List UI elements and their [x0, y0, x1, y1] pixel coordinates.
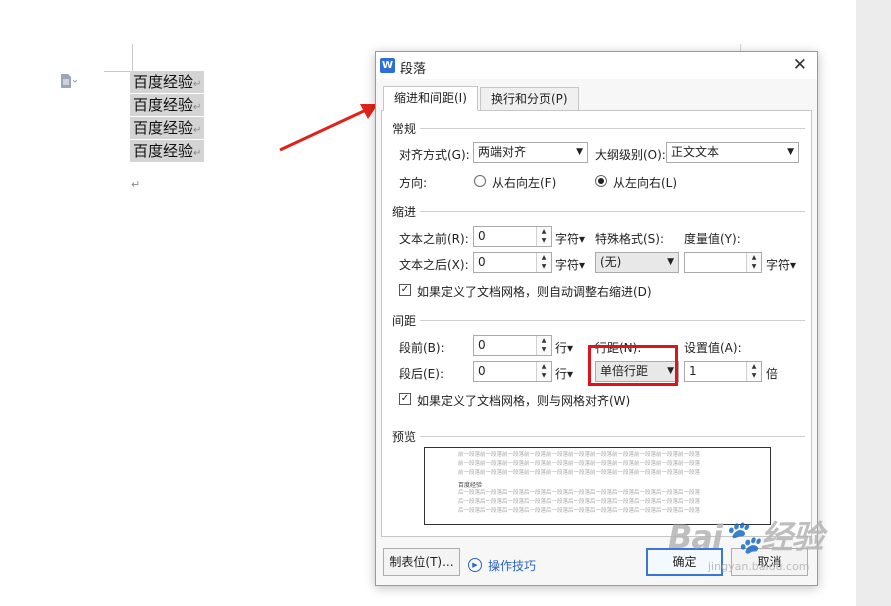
outline-level-select[interactable]: 正文文本 ▼: [666, 142, 799, 163]
section-divider: [420, 211, 805, 212]
dialog-title-bar[interactable]: W 段落 ✕: [376, 52, 817, 79]
page-margin-marker: [132, 44, 133, 72]
chevron-down-icon: ▼: [667, 257, 674, 267]
direction-rtl-label[interactable]: 从右向左(F): [492, 174, 556, 191]
spin-arrows-icon[interactable]: ▲ ▼: [536, 253, 551, 272]
section-preview-heading: 预览: [392, 430, 417, 444]
wps-writer-icon: W: [380, 58, 395, 73]
direction-ltr-label[interactable]: 从左向右(L): [613, 174, 677, 191]
right-scroll-area: [856, 0, 891, 606]
chevron-down-icon: ▼: [576, 147, 583, 157]
spin-arrows-icon[interactable]: ▲ ▼: [536, 336, 551, 355]
spacing-unit-select[interactable]: 行▾: [555, 365, 573, 382]
indent-before-label: 文本之前(R):: [399, 232, 469, 246]
preview-previous-paragraph: 前一段落前一段落前一段落前一段落前一段落前一段落前一段落前一段落前一段落前一段落…: [458, 452, 701, 458]
set-value-input[interactable]: 1 ▲ ▼: [684, 361, 762, 382]
dialog-title: 段落: [400, 62, 427, 77]
space-after-label: 段后(E):: [399, 367, 444, 381]
outline-level-label: 大纲级别(O):: [595, 148, 666, 162]
section-indent-heading: 缩进: [392, 205, 417, 219]
tips-link[interactable]: 操作技巧: [488, 557, 536, 574]
indent-before-input[interactable]: 0 ▲ ▼: [473, 226, 552, 247]
auto-adjust-label[interactable]: 如果定义了文档网格，则自动调整右缩进(D): [417, 283, 652, 300]
play-icon[interactable]: ▶: [468, 558, 482, 572]
watermark-url: jingyan.baidu.com: [708, 560, 810, 573]
indent-after-input[interactable]: 0 ▲ ▼: [473, 252, 552, 273]
section-divider: [420, 128, 805, 129]
line-spacing-highlight: [588, 345, 678, 386]
indent-unit-select[interactable]: 字符▾: [555, 256, 585, 273]
direction-label: 方向:: [399, 176, 428, 190]
close-icon[interactable]: ✕: [793, 55, 807, 75]
measure-unit-select[interactable]: 字符▾: [766, 256, 796, 273]
direction-rtl-radio[interactable]: [474, 175, 486, 187]
preview-previous-paragraph: 前一段落前一段落前一段落前一段落前一段落前一段落前一段落前一段落前一段落前一段落…: [458, 461, 701, 467]
preview-previous-paragraph: 前一段落前一段落前一段落前一段落前一段落前一段落前一段落前一段落前一段落前一段落…: [458, 470, 701, 476]
tab-line-page-breaks[interactable]: 换行和分页(P): [480, 87, 579, 111]
baidu-jingyan-watermark: Bai🐾经验 jingyan.baidu.com: [668, 512, 824, 573]
preview-next-paragraph: 后一段落后一段落后一段落后一段落后一段落后一段落后一段落后一段落后一段落后一段落…: [458, 508, 701, 514]
alignment-select[interactable]: 两端对齐 ▼: [473, 142, 588, 163]
empty-paragraph-mark[interactable]: ↵: [131, 178, 140, 191]
spin-arrows-icon[interactable]: ▲ ▼: [746, 362, 761, 381]
space-before-input[interactable]: 0 ▲ ▼: [473, 335, 552, 356]
section-divider: [420, 320, 805, 321]
direction-ltr-radio[interactable]: [595, 175, 607, 187]
space-after-input[interactable]: 0 ▲ ▼: [473, 361, 552, 382]
spacing-unit-select[interactable]: 行▾: [555, 339, 573, 356]
grid-align-label[interactable]: 如果定义了文档网格，则与网格对齐(W): [417, 392, 630, 409]
set-value-unit: 倍: [766, 367, 779, 381]
preview-current-paragraph: 百度经验: [458, 482, 483, 489]
special-format-select[interactable]: (无) ▼: [595, 252, 679, 273]
space-before-label: 段前(B):: [399, 341, 445, 355]
document-paragraph[interactable]: 百度经验↵: [130, 71, 205, 93]
section-general-heading: 常规: [392, 122, 417, 136]
tab-stops-button[interactable]: 制表位(T)...: [383, 548, 460, 576]
measure-input[interactable]: ▲ ▼: [684, 252, 762, 273]
spin-arrows-icon[interactable]: ▲ ▼: [746, 253, 761, 272]
tab-indent-spacing[interactable]: 缩进和间距(I): [383, 86, 478, 111]
auto-adjust-checkbox[interactable]: ✓: [399, 284, 411, 296]
spin-arrows-icon[interactable]: ▲ ▼: [536, 227, 551, 246]
paragraph-dialog: W 段落 ✕ 缩进和间距(I) 换行和分页(P) 常规 对齐方式(G): 两端对…: [375, 51, 818, 586]
indent-after-label: 文本之后(X):: [399, 258, 469, 272]
watermark-logo: Bai🐾经验: [668, 518, 824, 556]
section-divider: [420, 436, 805, 437]
preview-next-paragraph: 后一段落后一段落后一段落后一段落后一段落后一段落后一段落后一段落后一段落后一段落…: [458, 499, 701, 505]
document-paragraph[interactable]: 百度经验↵: [130, 94, 205, 116]
section-spacing-heading: 间距: [392, 314, 417, 328]
measure-label: 度量值(Y):: [684, 232, 741, 246]
alignment-label: 对齐方式(G):: [399, 148, 470, 162]
page-margin-marker: [104, 71, 133, 72]
indent-unit-select[interactable]: 字符▾: [555, 230, 585, 247]
grid-align-checkbox[interactable]: ✓: [399, 393, 411, 405]
document-paragraph[interactable]: 百度经验↵: [130, 117, 205, 139]
set-value-label: 设置值(A):: [684, 341, 742, 355]
preview-next-paragraph: 后一段落后一段落后一段落后一段落后一段落后一段落后一段落后一段落后一段落后一段落…: [458, 490, 701, 496]
document-icon[interactable]: [60, 74, 78, 91]
chevron-down-icon: ▼: [787, 147, 794, 157]
special-format-label: 特殊格式(S):: [595, 232, 665, 246]
spin-arrows-icon[interactable]: ▲ ▼: [536, 362, 551, 381]
document-paragraph[interactable]: 百度经验↵: [130, 140, 205, 162]
